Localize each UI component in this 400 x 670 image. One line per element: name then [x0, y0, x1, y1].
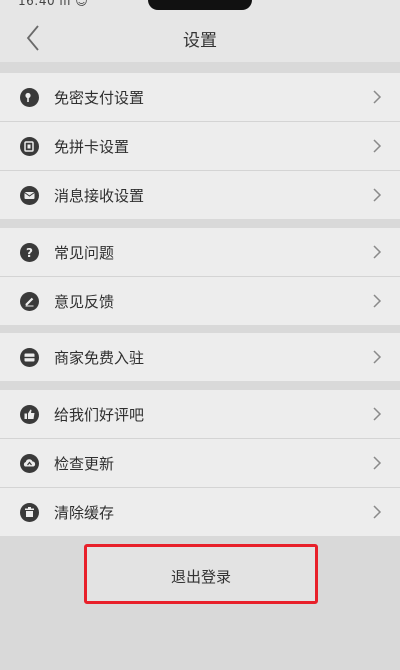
item-label: 免密支付设置 — [54, 89, 145, 107]
card-icon — [20, 137, 39, 156]
settings-item-password-free-pay[interactable]: 免密支付设置 — [0, 73, 400, 122]
chevron-right-icon — [373, 505, 382, 519]
message-icon — [20, 186, 39, 205]
thumbs-up-icon — [20, 405, 39, 424]
settings-item-check-update[interactable]: 检查更新 — [0, 439, 400, 488]
question-icon: ? — [20, 243, 39, 262]
status-time: 16:40 ıll ☺ — [18, 0, 89, 8]
logout-label: 退出登录 — [170, 568, 231, 586]
settings-item-faq[interactable]: ? 常见问题 — [0, 228, 400, 277]
section-payment: 免密支付设置 免拼卡设置 消息接收设置 — [0, 73, 400, 219]
settings-item-rate-us[interactable]: 给我们好评吧 — [0, 390, 400, 439]
header: 设置 — [0, 16, 400, 62]
item-label: 给我们好评吧 — [54, 406, 145, 424]
camera-notch — [148, 0, 252, 10]
settings-item-feedback[interactable]: 意见反馈 — [0, 277, 400, 325]
store-icon — [20, 348, 39, 367]
chevron-right-icon — [373, 188, 382, 202]
settings-item-merchant-join[interactable]: 商家免费入驻 — [0, 333, 400, 381]
chevron-right-icon — [373, 407, 382, 421]
settings-item-clear-cache[interactable]: 清除缓存 — [0, 488, 400, 536]
page-title: 设置 — [183, 31, 217, 51]
item-label: 消息接收设置 — [54, 187, 145, 205]
status-bar: 16:40 ıll ☺ — [0, 0, 400, 16]
item-label: 免拼卡设置 — [54, 138, 130, 156]
upload-cloud-icon — [20, 454, 39, 473]
edit-icon — [20, 292, 39, 311]
item-label: 检查更新 — [54, 455, 115, 473]
trash-icon — [20, 503, 39, 522]
item-label: 意见反馈 — [54, 293, 115, 311]
logout-button[interactable]: 退出登录 — [84, 544, 318, 604]
settings-item-message-receive[interactable]: 消息接收设置 — [0, 171, 400, 219]
item-label: 常见问题 — [54, 244, 115, 262]
item-label: 清除缓存 — [54, 504, 115, 522]
chevron-right-icon — [373, 90, 382, 104]
chevron-right-icon — [373, 245, 382, 259]
section-help: ? 常见问题 意见反馈 — [0, 228, 400, 325]
svg-text:?: ? — [26, 246, 33, 260]
key-icon — [20, 88, 39, 107]
settings-item-free-group-card[interactable]: 免拼卡设置 — [0, 122, 400, 171]
section-merchant: 商家免费入驻 — [0, 333, 400, 381]
chevron-right-icon — [373, 350, 382, 364]
chevron-right-icon — [373, 139, 382, 153]
chevron-right-icon — [373, 456, 382, 470]
section-app: 给我们好评吧 检查更新 清除缓存 — [0, 390, 400, 536]
item-label: 商家免费入驻 — [54, 349, 145, 367]
chevron-right-icon — [373, 294, 382, 308]
